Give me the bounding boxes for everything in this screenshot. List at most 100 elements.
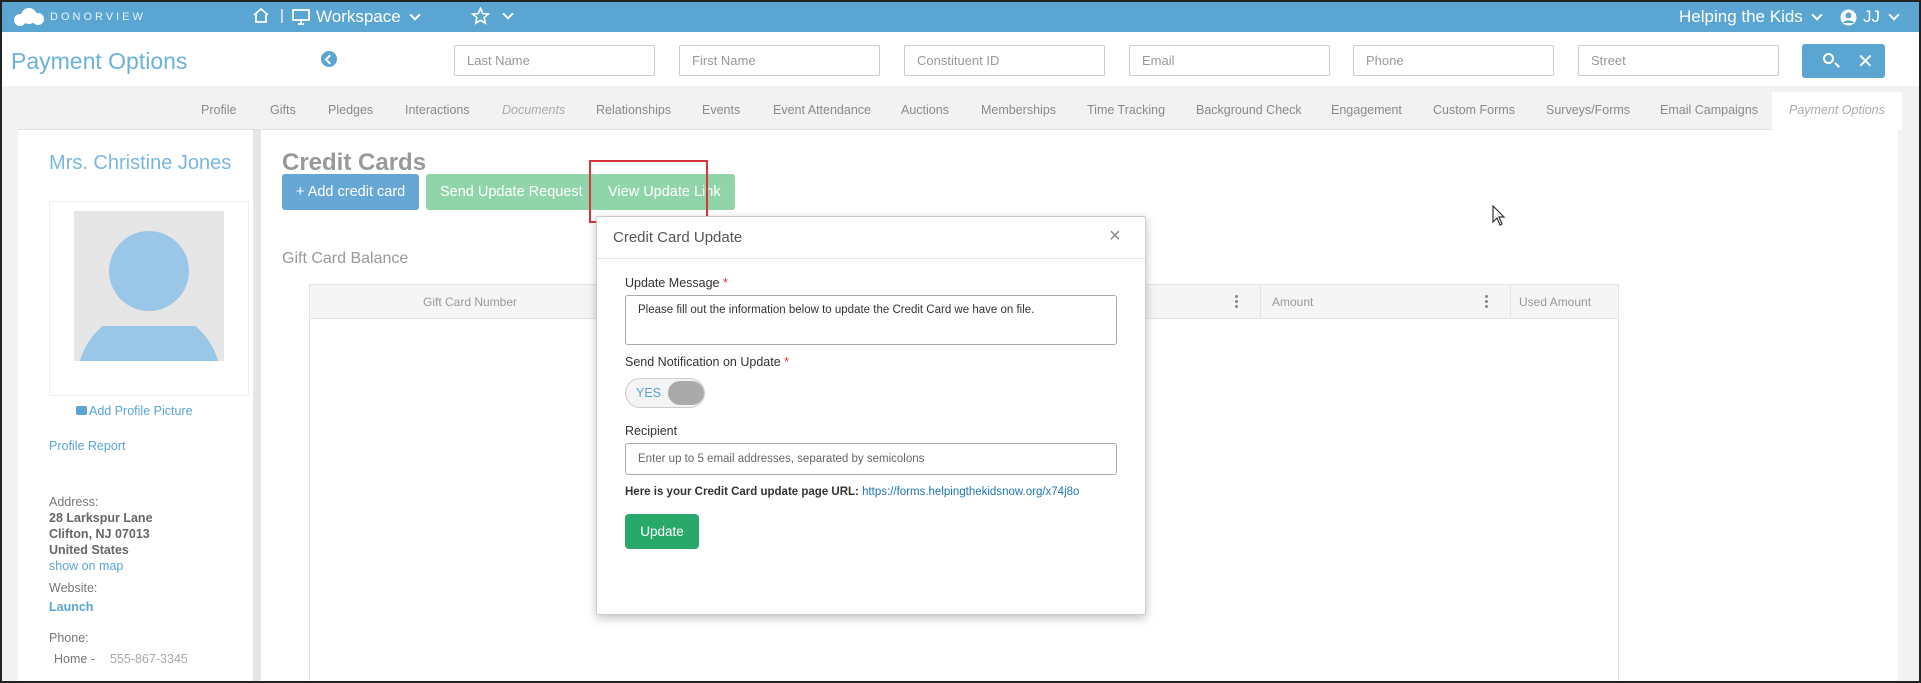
chevron-down-icon — [502, 8, 514, 20]
update-button[interactable]: Update — [625, 514, 699, 549]
organization-name: Helping the Kids — [1679, 7, 1803, 26]
record-tabs: Profile Gifts Pledges Interactions Docum… — [18, 92, 1902, 130]
first-name-input[interactable] — [679, 45, 880, 76]
column-divider — [1510, 285, 1511, 319]
column-used-amount[interactable]: Used Amount — [1519, 295, 1591, 309]
phone-type: Home - — [54, 652, 95, 666]
tab-gifts[interactable]: Gifts — [270, 103, 296, 117]
avatar — [74, 211, 224, 361]
organization-menu[interactable]: Helping the Kids — [1679, 7, 1823, 27]
mouse-cursor-icon — [1492, 204, 1506, 232]
tab-interactions[interactable]: Interactions — [405, 103, 470, 117]
website-launch-link[interactable]: Launch — [49, 600, 93, 614]
address-label: Address: — [49, 495, 99, 509]
home-button[interactable] — [252, 7, 270, 24]
tab-engagement[interactable]: Engagement — [1331, 103, 1402, 117]
column-amount[interactable]: Amount — [1272, 295, 1313, 309]
send-notification-toggle[interactable]: YES — [625, 378, 705, 408]
send-notification-label: Send Notification on Update * — [625, 355, 789, 369]
recipient-label: Recipient — [625, 424, 678, 438]
brand-name: DONORVIEW — [50, 11, 146, 23]
show-on-map-link[interactable]: show on map — [49, 559, 123, 573]
update-message-label-text: Update Message — [625, 276, 720, 290]
send-update-request-button[interactable]: Send Update Request — [426, 174, 597, 210]
update-url-line: Here is your Credit Card update page URL… — [625, 486, 1079, 498]
update-message-textarea[interactable]: Please fill out the information below to… — [625, 295, 1117, 345]
address-line2: Clifton, NJ 07013 — [49, 527, 150, 541]
constituent-name: Mrs. Christine Jones — [49, 152, 232, 174]
credit-card-update-dialog: Credit Card Update × Update Message * Pl… — [596, 216, 1146, 615]
tab-profile[interactable]: Profile — [201, 103, 236, 117]
back-arrow-icon[interactable] — [321, 51, 337, 67]
phone-input[interactable] — [1353, 45, 1554, 76]
home-icon — [253, 7, 269, 23]
column-menu-icon[interactable] — [1235, 295, 1238, 308]
search-header: Payment Options ✕ — [2, 32, 1919, 86]
workspace-menu[interactable]: Workspace — [292, 7, 421, 27]
tab-memberships[interactable]: Memberships — [981, 103, 1056, 117]
search-button-group: ✕ — [1802, 44, 1885, 78]
tab-events[interactable]: Events — [702, 103, 740, 117]
tab-documents[interactable]: Documents — [502, 103, 565, 117]
update-url-link[interactable]: https://forms.helpingthekidsnow.org/x74j… — [862, 486, 1079, 498]
workspace-label: Workspace — [316, 7, 401, 26]
tab-auctions[interactable]: Auctions — [901, 103, 949, 117]
column-divider — [1260, 285, 1261, 319]
update-url-prefix: Here is your Credit Card update page URL… — [625, 486, 859, 498]
column-menu-icon[interactable] — [1485, 295, 1488, 308]
address-line3: United States — [49, 543, 129, 557]
phone-value: 555-867-3345 — [110, 652, 188, 666]
profile-panel: Mrs. Christine Jones Add Profile Picture… — [18, 130, 253, 681]
tab-email-campaigns[interactable]: Email Campaigns — [1660, 103, 1758, 117]
tab-custom-forms[interactable]: Custom Forms — [1433, 103, 1515, 117]
send-notification-label-text: Send Notification on Update — [625, 355, 781, 369]
email-input[interactable] — [1129, 45, 1330, 76]
cloud-logo-icon — [14, 8, 44, 26]
tab-pledges[interactable]: Pledges — [328, 103, 373, 117]
dialog-title: Credit Card Update — [613, 229, 743, 246]
close-icon[interactable]: × — [1109, 225, 1121, 248]
user-circle-icon — [1840, 9, 1857, 25]
add-profile-picture-label: Add Profile Picture — [89, 404, 193, 418]
last-name-input[interactable] — [454, 45, 655, 76]
tab-event-attendance[interactable]: Event Attendance — [773, 103, 871, 117]
chevron-down-icon — [1888, 9, 1900, 21]
highlight-box — [589, 160, 708, 223]
recipient-input[interactable] — [625, 443, 1117, 475]
website-label: Website: — [49, 581, 98, 595]
update-message-label: Update Message * — [625, 276, 728, 290]
tab-background-check[interactable]: Background Check — [1196, 103, 1302, 117]
panel-splitter[interactable] — [253, 130, 265, 681]
camera-icon — [76, 406, 87, 415]
address-line1: 28 Larkspur Lane — [49, 511, 153, 525]
tab-relationships[interactable]: Relationships — [596, 103, 671, 117]
user-menu[interactable]: JJ — [1840, 7, 1900, 27]
user-initials: JJ — [1863, 7, 1880, 26]
required-marker: * — [784, 355, 790, 369]
star-icon — [471, 7, 490, 25]
profile-report-link[interactable]: Profile Report — [49, 439, 125, 453]
constituent-id-input[interactable] — [904, 45, 1105, 76]
dialog-divider — [597, 258, 1145, 259]
street-input[interactable] — [1578, 45, 1779, 76]
credit-cards-heading: Credit Cards — [282, 149, 427, 176]
app-window: DONORVIEW | Workspace Helping the Kids J… — [0, 0, 1921, 683]
avatar-head — [109, 231, 189, 311]
chevron-down-icon — [409, 9, 421, 21]
monitor-icon — [292, 9, 310, 25]
favorites-menu[interactable] — [471, 7, 514, 25]
toggle-knob — [668, 381, 704, 405]
toggle-label: YES — [636, 386, 662, 400]
search-icon[interactable] — [1823, 53, 1834, 64]
brand-logo[interactable]: DONORVIEW — [14, 8, 146, 26]
add-credit-card-button[interactable]: + Add credit card — [282, 174, 420, 210]
tab-time-tracking[interactable]: Time Tracking — [1087, 103, 1165, 117]
gift-card-balance-heading: Gift Card Balance — [282, 250, 409, 267]
add-profile-picture-link[interactable]: Add Profile Picture — [76, 404, 193, 418]
chevron-down-icon — [1811, 9, 1823, 21]
tab-payment-options[interactable]: Payment Options — [1772, 92, 1902, 130]
column-gift-card-number[interactable]: Gift Card Number — [423, 295, 517, 309]
phone-label: Phone: — [49, 631, 89, 645]
clear-search-icon[interactable]: ✕ — [1857, 49, 1874, 74]
tab-surveys-forms[interactable]: Surveys/Forms — [1546, 103, 1630, 117]
